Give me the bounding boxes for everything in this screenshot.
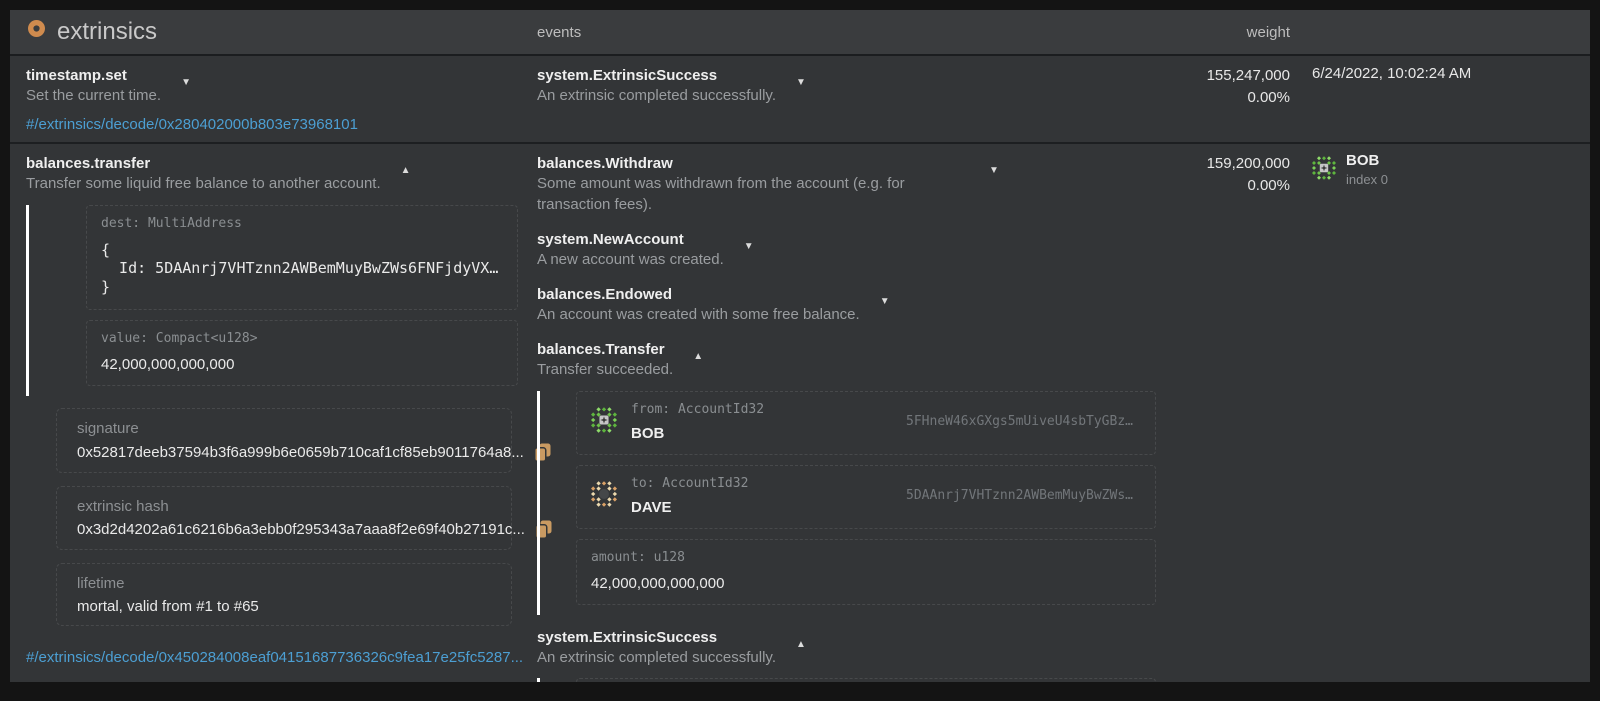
signature-box: signature 0x52817deeb37594b3f6a999b6e065… (56, 408, 512, 473)
event-description: Transfer succeeded. (537, 360, 673, 380)
column-header-weight: weight (1170, 24, 1300, 41)
panel-title: extrinsics (57, 18, 157, 46)
event-params-balances-transfer: from: AccountId32 BOB 5FHneW46xGXgs5mUiv… (537, 391, 1160, 615)
lifetime-box: lifetime mortal, valid from #1 to #65 (56, 563, 512, 626)
param-to-account: to: AccountId32 DAVE 5DAAnrj7VHTznn2AWBe… (576, 465, 1156, 529)
column-header-events: events (530, 24, 1170, 41)
param-label: to: AccountId32 (631, 476, 748, 491)
extrinsic-hash-value: 0x3d2d4202a61c6216b6a3ebb0f295343a7aaa8f… (77, 521, 525, 538)
call-name: timestamp.set (26, 65, 161, 86)
block-timestamp: 6/24/2022, 10:02:24 AM (1312, 65, 1590, 82)
event-description: An account was created with some free ba… (537, 305, 860, 325)
param-label: dest: MultiAddress (101, 216, 503, 231)
account-name: DAVE (631, 499, 748, 516)
event-header-system-extrinsicsuccess[interactable]: system.ExtrinsicSuccess An extrinsic com… (537, 627, 1160, 668)
identicon-bob[interactable] (591, 407, 617, 437)
signer-name: BOB (1346, 153, 1388, 170)
param-dest: dest: MultiAddress { Id: 5DAAnrj7VHTznn2… (86, 205, 518, 310)
extrinsic-row-balances-transfer: balances.transfer Transfer some liquid f… (10, 144, 1590, 682)
caret-down-icon[interactable] (880, 297, 890, 307)
decode-link[interactable]: #/extrinsics/decode/0x280402000b803e7396… (26, 116, 358, 133)
event-header-system-newaccount[interactable]: system.NewAccount A new account was crea… (537, 229, 1160, 270)
caret-down-icon[interactable] (744, 242, 754, 252)
lifetime-label: lifetime (77, 573, 501, 595)
lifetime-value: mortal, valid from #1 to #65 (77, 598, 259, 615)
weight-value: 159,200,000 (1170, 153, 1290, 175)
call-name: balances.transfer (26, 153, 381, 174)
caret-down-icon[interactable] (181, 78, 191, 88)
param-amount: amount: u128 42,000,000,000,000 (576, 539, 1156, 605)
event-header-balances-endowed[interactable]: balances.Endowed An account was created … (537, 284, 1160, 325)
identicon-dave[interactable] (591, 481, 617, 511)
call-description: Transfer some liquid free balance to ano… (26, 174, 381, 194)
event-description: A new account was created. (537, 250, 724, 270)
signature-value: 0x52817deeb37594b3f6a999b6e0659b710caf1c… (77, 444, 524, 461)
signer[interactable]: BOB index 0 (1312, 153, 1590, 187)
call-description: Set the current time. (26, 86, 161, 106)
extrinsics-header: extrinsics (10, 18, 530, 46)
param-label: from: AccountId32 (631, 402, 764, 417)
event-header-balances-transfer[interactable]: balances.Transfer Transfer succeeded. (537, 339, 1160, 380)
param-label: amount: u128 (591, 550, 1141, 565)
decode-link[interactable]: #/extrinsics/decode/0x450284008eaf041516… (26, 649, 523, 666)
account-name: BOB (631, 425, 764, 442)
event-name: system.ExtrinsicSuccess (537, 65, 776, 86)
param-value: 42,000,000,000,000 (591, 575, 1141, 592)
param-value: { Id: 5DAAnrj7VHTznn2AWBemMuyBwZWs6FNFjd… (101, 241, 503, 297)
event-header-balances-withdraw[interactable]: balances.Withdraw Some amount was withdr… (537, 153, 1160, 215)
account-address: 5FHneW46xGXgs5mUiveU4sbTyGBz… (906, 414, 1141, 429)
extrinsic-row-timestamp-set: timestamp.set Set the current time. #/ex… (10, 56, 1590, 144)
event-params-extrinsicsuccess: dispatchInfo: FrameSupportWeightsDispatc… (537, 678, 1160, 682)
param-dispatchinfo: dispatchInfo: FrameSupportWeightsDispatc… (576, 678, 1156, 682)
record-icon (26, 18, 47, 46)
signer-index: index 0 (1346, 172, 1388, 187)
event-name: balances.Withdraw (537, 153, 969, 174)
table-header: extrinsics events weight (10, 10, 1590, 56)
caret-up-icon[interactable] (401, 166, 411, 176)
signature-label: signature (77, 418, 501, 440)
event-name: balances.Transfer (537, 339, 673, 360)
extrinsic-hash-box: extrinsic hash 0x3d2d4202a61c6216b6a3ebb… (56, 486, 512, 551)
param-value: 42,000,000,000,000 (101, 356, 503, 373)
param-label: value: Compact<u128> (101, 331, 503, 346)
caret-up-icon[interactable] (796, 640, 806, 650)
caret-up-icon[interactable] (693, 352, 703, 362)
weight-value: 155,247,000 (1170, 65, 1290, 87)
event-description: An extrinsic completed successfully. (537, 86, 776, 106)
extrinsic-hash-label: extrinsic hash (77, 496, 501, 518)
caret-down-icon[interactable] (796, 78, 806, 88)
event-name: system.NewAccount (537, 229, 724, 250)
caret-down-icon[interactable] (989, 166, 999, 176)
event-name: balances.Endowed (537, 284, 860, 305)
param-from-account: from: AccountId32 BOB 5FHneW46xGXgs5mUiv… (576, 391, 1156, 455)
event-description: Some amount was withdrawn from the accou… (537, 174, 969, 215)
weight-percent: 0.00% (1170, 175, 1290, 197)
identicon-bob[interactable] (1312, 156, 1336, 184)
call-params: dest: MultiAddress { Id: 5DAAnrj7VHTznn2… (26, 205, 520, 396)
param-value-amount: value: Compact<u128> 42,000,000,000,000 (86, 320, 518, 386)
call-header[interactable]: balances.transfer Transfer some liquid f… (26, 153, 520, 194)
weight-percent: 0.00% (1170, 87, 1290, 109)
extrinsics-panel: extrinsics events weight timestamp.set S… (10, 10, 1590, 682)
account-address: 5DAAnrj7VHTznn2AWBemMuyBwZWs… (906, 488, 1141, 503)
event-header[interactable]: system.ExtrinsicSuccess An extrinsic com… (537, 65, 1160, 106)
call-header[interactable]: timestamp.set Set the current time. (26, 65, 520, 106)
event-name: system.ExtrinsicSuccess (537, 627, 776, 648)
event-description: An extrinsic completed successfully. (537, 648, 776, 668)
